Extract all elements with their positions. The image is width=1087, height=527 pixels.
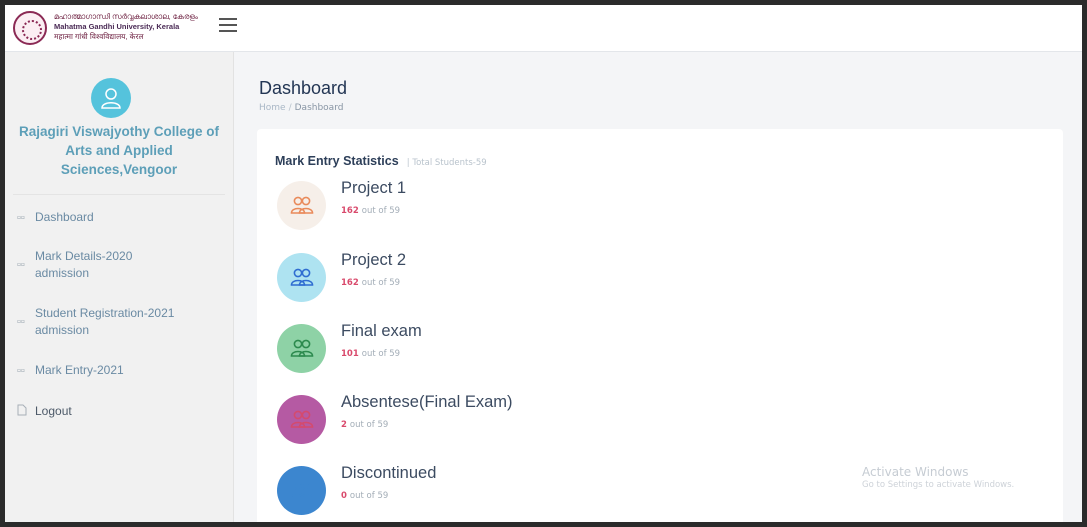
users-icon [290,196,314,214]
stat-name: Discontinued [341,464,437,482]
top-bar: മഹാത്മാഗാന്ധി സർവ്വകലാശാല, കേരളം Mahatma… [5,5,1082,52]
grid-icon: ▫▫ [17,259,25,271]
grid-icon: ▫▫ [17,211,25,224]
stat-count-line: 0 out of 59 [341,491,388,501]
grid-icon: ▫▫ [17,364,25,377]
sidebar-divider [13,194,225,195]
stat-total: out of 59 [361,349,401,359]
users-icon [290,481,314,499]
stat-count: 162 [341,206,359,216]
sidebar-item-label: Logout [35,404,72,418]
stat-count-line: 101 out of 59 [341,349,400,359]
card-title: Mark Entry Statistics | Total Students-5… [275,150,487,169]
card-title-text: Mark Entry Statistics [275,154,399,168]
users-icon [290,410,314,428]
watermark-subtitle: Go to Settings to activate Windows. [862,480,1015,490]
breadcrumb-separator: / [288,103,292,113]
stat-count-line: 162 out of 59 [341,278,400,288]
university-name-hindi: महात्मा गांधी विश्वविद्यालय, केरल [54,32,144,41]
user-avatar-icon[interactable] [91,78,131,118]
university-name-english: Mahatma Gandhi University, Kerala [54,22,180,31]
stat-name: Project 1 [341,179,407,197]
stat-item-project-1: Project 1 162 out of 59 [277,179,777,235]
stat-count: 162 [341,278,359,288]
sidebar-item-dashboard[interactable]: ▫▫ Dashboard [17,209,227,226]
stat-item-absentees-final-exam: Absentese(Final Exam) 2 out of 59 [277,393,777,449]
stat-count: 0 [341,491,347,501]
stat-icon-circle [277,324,326,373]
hamburger-menu-icon[interactable] [219,18,237,34]
stat-name: Project 2 [341,251,407,269]
users-icon [290,268,314,286]
university-name-malayalam: മഹാത്മാഗാന്ധി സർവ്വകലാശാല, കേരളം [54,12,198,21]
stat-icon-circle [277,181,326,230]
sidebar-item-mark-entry-2021[interactable]: ▫▫ Mark Entry-2021 [17,362,227,379]
sidebar-item-student-registration-2021[interactable]: ▫▫ Student Registration-2021 admission [17,305,227,339]
stat-item-discontinued: Discontinued 0 out of 59 [277,464,777,520]
stat-icon-circle [277,466,326,515]
breadcrumb-current: Dashboard [294,103,344,113]
total-students-label: | Total Students-59 [406,158,487,168]
college-name: Rajagiri Viswajyothy College of Arts and… [18,124,220,177]
stat-total: out of 59 [349,420,389,430]
stat-icon-circle [277,253,326,302]
watermark-title: Activate Windows [862,465,969,479]
stat-count: 2 [341,420,347,430]
mark-entry-statistics-card: Mark Entry Statistics | Total Students-5… [257,129,1063,522]
university-seal-icon[interactable] [13,11,47,45]
stat-count: 101 [341,349,359,359]
breadcrumb-home-link[interactable]: Home [259,103,286,113]
sidebar-item-logout[interactable]: Logout [17,403,227,420]
sidebar-item-label: Mark Entry-2021 [35,363,124,377]
stat-item-final-exam: Final exam 101 out of 59 [277,322,777,378]
stat-count-line: 2 out of 59 [341,420,388,430]
stat-total: out of 59 [349,491,389,501]
stat-icon-circle [277,395,326,444]
stat-item-project-2: Project 2 162 out of 59 [277,251,777,307]
app-window: മഹാത്മാഗാന്ധി സർവ്വകലാശാല, കേരളം Mahatma… [5,5,1082,522]
sidebar-item-label: Student Registration-2021 admission [35,306,175,337]
grid-icon: ▫▫ [17,316,25,328]
activate-windows-watermark: Activate Windows Go to Settings to activ… [862,466,1014,492]
main-content: Dashboard Home / Dashboard Mark Entry Stat… [234,52,1082,522]
sidebar: Rajagiri Viswajyothy College of Arts and… [5,52,234,522]
stat-total: out of 59 [361,206,401,216]
sidebar-item-label: Mark Details-2020 admission [35,249,133,280]
page-title: Dashboard [259,78,348,98]
stat-name: Absentese(Final Exam) [341,393,513,411]
stat-count-line: 162 out of 59 [341,206,400,216]
stat-total: out of 59 [361,278,401,288]
stat-name: Final exam [341,322,422,340]
document-icon [17,404,35,419]
user-icon [101,88,121,109]
sidebar-item-label: Dashboard [35,210,94,224]
users-icon [290,339,314,357]
university-name: മഹാത്മാഗാന്ധി സർവ്വകലാശാല, കേരളം Mahatma… [54,12,198,42]
sidebar-item-mark-details-2020[interactable]: ▫▫ Mark Details-2020 admission [17,248,227,282]
breadcrumb: Home / Dashboard [259,103,343,113]
